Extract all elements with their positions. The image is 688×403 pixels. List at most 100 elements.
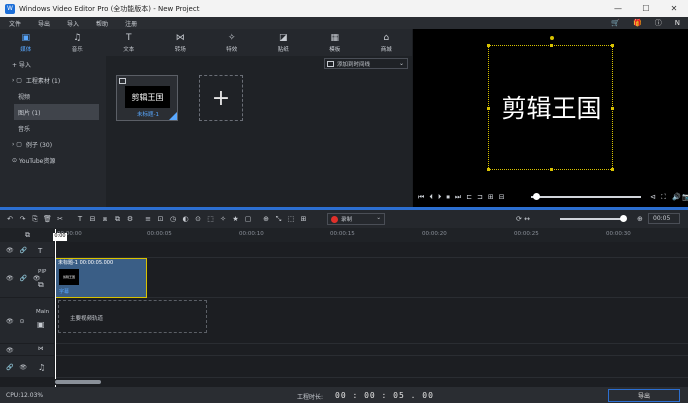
frame-icon[interactable]: ⊡: [155, 215, 167, 223]
gift-icon[interactable]: 🎁: [633, 19, 642, 27]
add-track-icon[interactable]: ⧉: [25, 231, 30, 240]
zoom-knob[interactable]: [619, 215, 627, 222]
mark-in-button[interactable]: ⊏: [466, 193, 472, 201]
redo-icon[interactable]: ↷: [17, 215, 29, 223]
effect-track-lane[interactable]: [55, 344, 688, 356]
resize-handle[interactable]: [487, 44, 490, 47]
tab-sticker[interactable]: ◪ 贴纸: [258, 29, 310, 56]
record-dropdown[interactable]: 录制 ⌄: [327, 213, 385, 225]
main-track-placeholder[interactable]: 主要视频轨道: [58, 300, 207, 333]
fullscreen-icon[interactable]: ⛶: [661, 193, 666, 202]
list-icon[interactable]: ≡: [142, 215, 154, 223]
cart-icon[interactable]: 🛒: [611, 19, 620, 27]
crop-icon[interactable]: ⊟: [87, 215, 99, 223]
sidebar-item-video[interactable]: 视频: [0, 88, 104, 104]
track-controls[interactable]: 👁 ⊙: [6, 318, 27, 325]
resize-handle[interactable]: [611, 168, 614, 171]
copy-icon[interactable]: ⎘: [29, 215, 41, 224]
tab-store[interactable]: ⌂ 商城: [361, 29, 413, 56]
playhead-label[interactable]: 0:00: [53, 233, 67, 241]
speed-icon[interactable]: ◐: [180, 215, 192, 223]
tab-text[interactable]: T 文本: [103, 29, 155, 56]
sidebar-item-project-assets[interactable]: › ▢ 工程素材 (1): [0, 72, 104, 88]
tab-transition[interactable]: ⋈ 转场: [155, 29, 207, 56]
volume-icon[interactable]: 🔊: [672, 193, 681, 201]
playhead[interactable]: [55, 229, 56, 387]
import-button[interactable]: + 导入: [0, 56, 104, 72]
transform-icon[interactable]: ⬚: [285, 215, 297, 223]
export-button[interactable]: 导出: [608, 389, 680, 402]
track-controls[interactable]: 🔗 👁: [6, 364, 29, 371]
menu-register[interactable]: 注册: [116, 19, 145, 28]
pip-track-lane[interactable]: [55, 258, 688, 298]
split-icon[interactable]: ✂: [54, 215, 66, 223]
duplicate-icon[interactable]: ⧉: [112, 215, 124, 224]
folder-icon[interactable]: ▢: [242, 215, 254, 223]
pip-clip[interactable]: 未标题-1 00:00:05.000 剪辑王国 字幕: [55, 258, 147, 298]
step-back-button[interactable]: ⏴: [429, 193, 433, 202]
mark-out-button[interactable]: ⊐: [477, 193, 483, 201]
sidebar-item-images[interactable]: 图片 (1): [14, 104, 99, 120]
clock-icon[interactable]: ◷: [167, 215, 179, 223]
stop-button[interactable]: ⏹: [446, 193, 450, 202]
resize-handle[interactable]: [550, 168, 553, 171]
delete-icon[interactable]: 🗑: [42, 215, 54, 223]
zoom-in-button[interactable]: ⊞: [488, 193, 494, 201]
zoom-slider[interactable]: [560, 215, 627, 222]
color-icon[interactable]: ⊙: [192, 215, 204, 223]
zoom-time-field[interactable]: 00:05: [648, 213, 680, 224]
text-tool-icon[interactable]: T: [74, 215, 86, 223]
resize-handle[interactable]: [611, 107, 614, 110]
effect-tool-icon[interactable]: ✧: [217, 215, 229, 223]
add-to-timeline-dropdown[interactable]: 添加到时间线 ⌄: [324, 58, 408, 69]
play-button[interactable]: ⏵: [438, 193, 442, 202]
scrollbar-thumb[interactable]: [55, 380, 101, 384]
info-icon[interactable]: ⓘ: [655, 18, 662, 28]
text-track-lane[interactable]: [55, 242, 688, 258]
track-controls[interactable]: 👁 🔗: [6, 247, 29, 254]
timeline-ruler[interactable]: ⧉ 00:00:00 00:00:05 00:00:10 00:00:15 00…: [0, 228, 688, 242]
close-button[interactable]: ✕: [660, 0, 688, 17]
skip-end-button[interactable]: ⏭: [455, 193, 461, 202]
mosaic-icon[interactable]: ⧈: [99, 215, 111, 224]
maximize-button[interactable]: ☐: [632, 0, 660, 17]
tab-effect[interactable]: ✧ 特效: [206, 29, 258, 56]
zoom-max-icon[interactable]: ⊕: [637, 215, 643, 223]
skip-start-button[interactable]: ⏮: [418, 193, 424, 202]
seek-knob[interactable]: [533, 193, 540, 200]
menu-help[interactable]: 帮助: [87, 19, 116, 28]
rotate-handle[interactable]: [550, 36, 554, 40]
resize-handle[interactable]: [611, 44, 614, 47]
aspect-icon[interactable]: ⊲: [650, 193, 656, 201]
track-controls[interactable]: 👁: [6, 347, 16, 354]
crop-tool-icon[interactable]: ⊕: [260, 215, 272, 223]
user-icon[interactable]: N: [675, 19, 680, 27]
tab-template[interactable]: ▦ 模板: [309, 29, 361, 56]
menu-export[interactable]: 导出: [29, 19, 58, 28]
sidebar-item-music[interactable]: 音乐: [0, 120, 104, 136]
snapshot-icon[interactable]: 📷: [682, 193, 688, 201]
zoom-out-button[interactable]: ⊟: [499, 193, 505, 201]
tab-media[interactable]: ▣ 媒体: [0, 29, 52, 56]
resize-handle[interactable]: [550, 44, 553, 47]
menu-file[interactable]: 文件: [0, 19, 29, 28]
star-icon[interactable]: ★: [230, 215, 242, 223]
settings-icon[interactable]: ⚙: [124, 215, 136, 223]
mask-icon[interactable]: ⬚: [205, 215, 217, 223]
resize-handle[interactable]: [487, 168, 490, 171]
resize-handle[interactable]: [487, 107, 490, 110]
preview-canvas[interactable]: 剪辑王国: [487, 36, 614, 171]
layout-icon[interactable]: ⊞: [298, 215, 310, 223]
add-media-button[interactable]: +: [199, 75, 243, 121]
undo-icon[interactable]: ↶: [4, 215, 16, 223]
sidebar-item-examples[interactable]: › ▢ 例子 (30): [0, 136, 104, 152]
tab-music[interactable]: ♫ 音乐: [52, 29, 104, 56]
menu-import[interactable]: 导入: [58, 19, 87, 28]
zoom-controls[interactable]: ⟳ ↔: [516, 213, 530, 225]
audio-track-lane[interactable]: [55, 356, 688, 378]
preview-seek-bar[interactable]: [531, 193, 641, 200]
sidebar-item-youtube[interactable]: ⊙ YouTube资源: [0, 152, 104, 168]
minimize-button[interactable]: —: [604, 0, 632, 17]
timeline-scrollbar[interactable]: [55, 379, 688, 385]
media-thumbnail[interactable]: 剪辑王国 未标题-1: [116, 75, 178, 121]
